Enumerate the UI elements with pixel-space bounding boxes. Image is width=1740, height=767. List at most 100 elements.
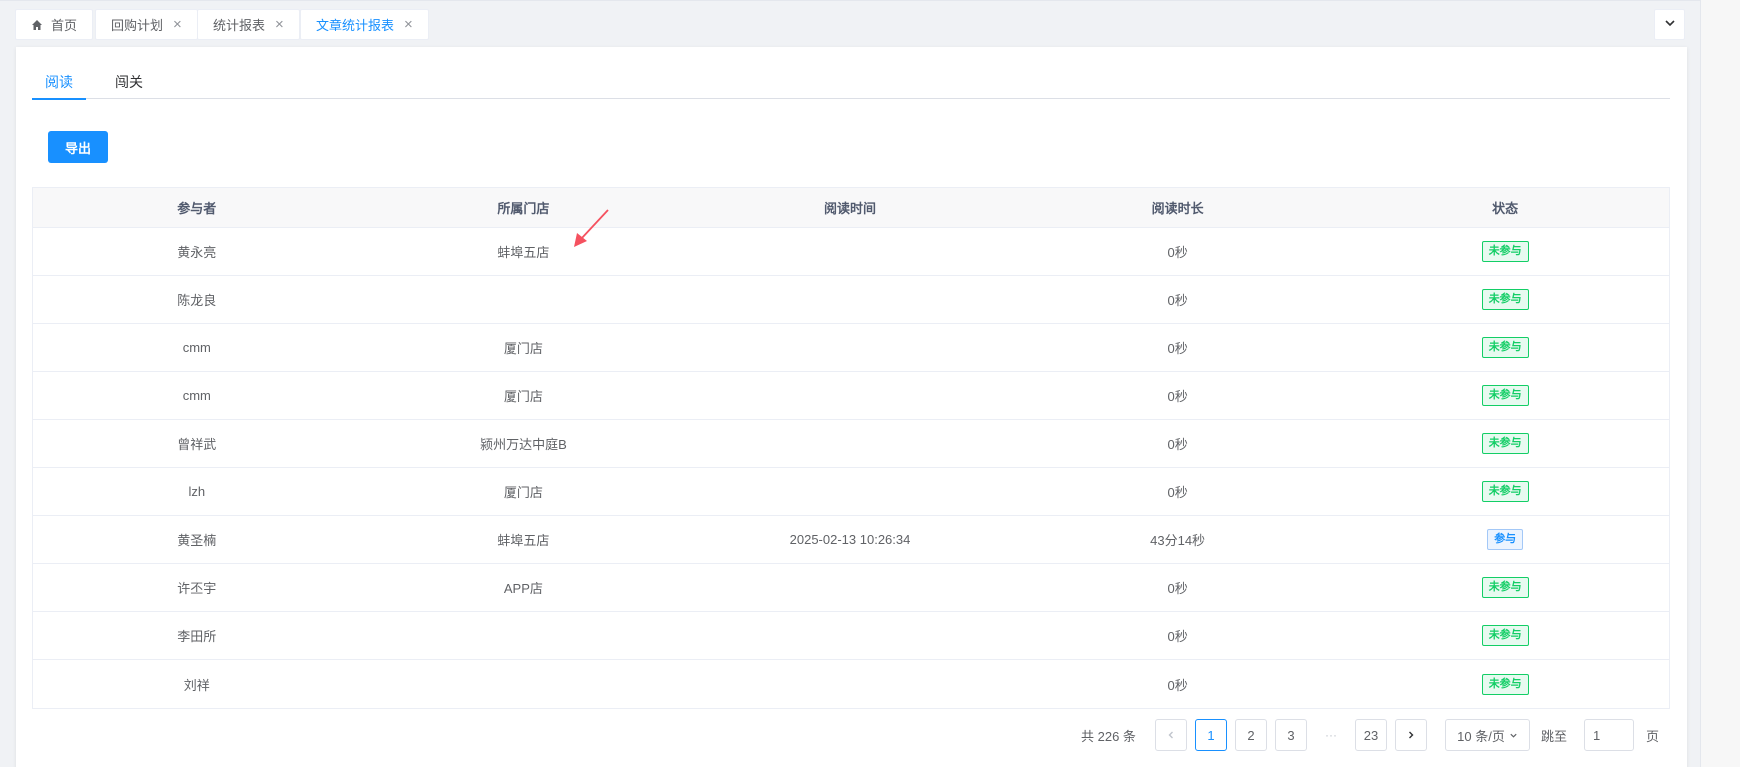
cell-read-duration: 0秒: [1167, 293, 1188, 308]
prev-page-button[interactable]: [1155, 719, 1187, 751]
subtab-label: 阅读: [45, 73, 73, 90]
status-badge: 未参与: [1481, 385, 1529, 406]
close-icon[interactable]: ×: [173, 17, 182, 32]
header-status[interactable]: 状态: [1341, 198, 1669, 217]
cell-status: 未参与: [1341, 385, 1669, 406]
cell-read-duration: 43分14秒: [1150, 533, 1206, 548]
cell-participant: 黄圣楠: [177, 533, 217, 548]
cell-status: 未参与: [1341, 673, 1669, 695]
cell-read-duration: 0秒: [1167, 629, 1188, 644]
home-icon: [31, 19, 43, 31]
table-row: cmm 厦门店 0秒 未参与: [33, 372, 1669, 420]
tab-more-button[interactable]: [1654, 9, 1685, 40]
page-button-1[interactable]: 1: [1195, 719, 1227, 751]
content-card: 阅读 闯关 导出 参与者 所属门店 阅读时间 阅读时长 状态 黄永亮 蚌埠五店 0秒…: [16, 47, 1687, 767]
status-badge: 未参与: [1481, 577, 1529, 598]
table-row: 陈龙良 0秒 未参与: [33, 276, 1669, 324]
cell-store: 厦门店: [503, 341, 543, 356]
close-icon[interactable]: ×: [275, 17, 284, 32]
pagination-ellipsis[interactable]: ···: [1325, 719, 1337, 751]
page-size-value: 10 条/页: [1457, 728, 1505, 744]
tab-home[interactable]: 首页: [15, 9, 94, 40]
cell-read-duration: 0秒: [1167, 341, 1188, 356]
jump-page-input[interactable]: [1584, 719, 1634, 751]
cell-store: 蚌埠五店: [497, 245, 550, 260]
table-row: 曾祥武 颍州万达中庭B 0秒 未参与: [33, 420, 1669, 468]
tab-article-statistics[interactable]: 文章统计报表 ×: [300, 9, 429, 40]
cell-store: 厦门店: [503, 485, 543, 500]
status-badge: 参与: [1487, 529, 1524, 550]
cell-status: 未参与: [1341, 289, 1669, 310]
cell-participant: 许丕宇: [177, 581, 217, 596]
chevron-down-icon: [1509, 731, 1518, 740]
cell-participant: 陈龙良: [177, 293, 217, 308]
cell-participant: lzh: [188, 484, 206, 499]
cell-read-duration: 0秒: [1167, 437, 1188, 452]
status-badge: 未参与: [1481, 481, 1529, 502]
scrollbar[interactable]: [1700, 0, 1740, 767]
status-badge: 未参与: [1481, 673, 1529, 695]
page-suffix: 页: [1646, 728, 1660, 744]
table-row: 黄永亮 蚌埠五店 0秒 未参与: [33, 228, 1669, 276]
cell-status: 未参与: [1341, 625, 1669, 646]
page-button-2[interactable]: 2: [1235, 719, 1267, 751]
cell-store: APP店: [503, 581, 543, 596]
cell-participant: 刘祥: [183, 677, 210, 693]
cell-participant: cmm: [182, 388, 211, 403]
status-badge: 未参与: [1481, 433, 1529, 454]
cell-participant: 李田所: [177, 629, 217, 644]
header-participant[interactable]: 参与者: [33, 198, 361, 217]
table-row: 李田所 0秒 未参与: [33, 612, 1669, 660]
close-icon[interactable]: ×: [404, 17, 413, 32]
tab-buyback-plan[interactable]: 回购计划 ×: [95, 9, 198, 40]
header-read-duration[interactable]: 阅读时长: [1014, 198, 1342, 217]
status-badge: 未参与: [1481, 625, 1529, 646]
cell-store: 厦门店: [503, 389, 543, 404]
next-page-button[interactable]: [1395, 719, 1427, 751]
subtabs: 阅读 闯关: [32, 65, 1670, 100]
cell-read-duration: 0秒: [1167, 245, 1188, 260]
status-badge: 未参与: [1481, 289, 1529, 310]
cell-status: 未参与: [1341, 241, 1669, 262]
cell-status: 未参与: [1341, 337, 1669, 358]
cell-status: 参与: [1341, 529, 1669, 550]
annotation-arrow-icon: [574, 209, 609, 247]
chevron-right-icon: [1406, 728, 1416, 743]
table-row: cmm 厦门店 0秒 未参与: [33, 324, 1669, 372]
tab-bar: 首页 回购计划 × 统计报表 × 文章统计报表 ×: [0, 0, 1700, 46]
participants-table: 参与者 所属门店 阅读时间 阅读时长 状态 黄永亮 蚌埠五店 0秒 未参与 陈龙良 0秒未…: [32, 187, 1670, 709]
cell-status: 未参与: [1341, 433, 1669, 454]
table-row: 黄圣楠 蚌埠五店 2025-02-13 10:26:34 43分14秒 参与: [33, 516, 1669, 564]
subtab-label: 闯关: [115, 74, 143, 90]
cell-read-duration: 0秒: [1167, 485, 1188, 500]
table-header: 参与者 所属门店 阅读时间 阅读时长 状态: [33, 188, 1669, 228]
table-row: 刘祥 0秒 未参与: [33, 660, 1669, 708]
tab-label: 回购计划: [111, 18, 164, 33]
header-store[interactable]: 所属门店: [361, 198, 687, 217]
tab-label: 首页: [51, 18, 78, 33]
cell-read-duration: 0秒: [1167, 389, 1188, 404]
page-button-3[interactable]: 3: [1275, 719, 1307, 751]
cell-store: 颍州万达中庭B: [480, 437, 567, 452]
chevron-down-icon: [1664, 17, 1676, 32]
status-badge: 未参与: [1481, 337, 1529, 358]
cell-status: 未参与: [1341, 481, 1669, 502]
subtab-read[interactable]: 阅读: [32, 65, 86, 100]
page-size-select[interactable]: 10 条/页: [1445, 719, 1530, 751]
page-button-last[interactable]: 23: [1355, 719, 1387, 751]
export-button[interactable]: 导出: [48, 131, 108, 163]
cell-store: 蚌埠五店: [497, 533, 550, 548]
cell-participant: cmm: [182, 340, 211, 355]
tab-label: 统计报表: [213, 18, 266, 33]
tab-label: 文章统计报表: [316, 18, 395, 33]
cell-participant: 曾祥武: [177, 437, 217, 452]
status-badge: 未参与: [1481, 241, 1529, 262]
cell-read-time: 2025-02-13 10:26:34: [789, 532, 911, 547]
cell-read-duration: 0秒: [1167, 677, 1188, 693]
cell-participant: 黄永亮: [177, 245, 217, 260]
pagination-total: 共 226 条: [1081, 728, 1136, 744]
tab-statistics[interactable]: 统计报表 ×: [197, 9, 300, 40]
chevron-left-icon: [1166, 728, 1176, 743]
header-read-time[interactable]: 阅读时间: [686, 198, 1014, 217]
subtab-challenge[interactable]: 闯关: [115, 65, 143, 99]
